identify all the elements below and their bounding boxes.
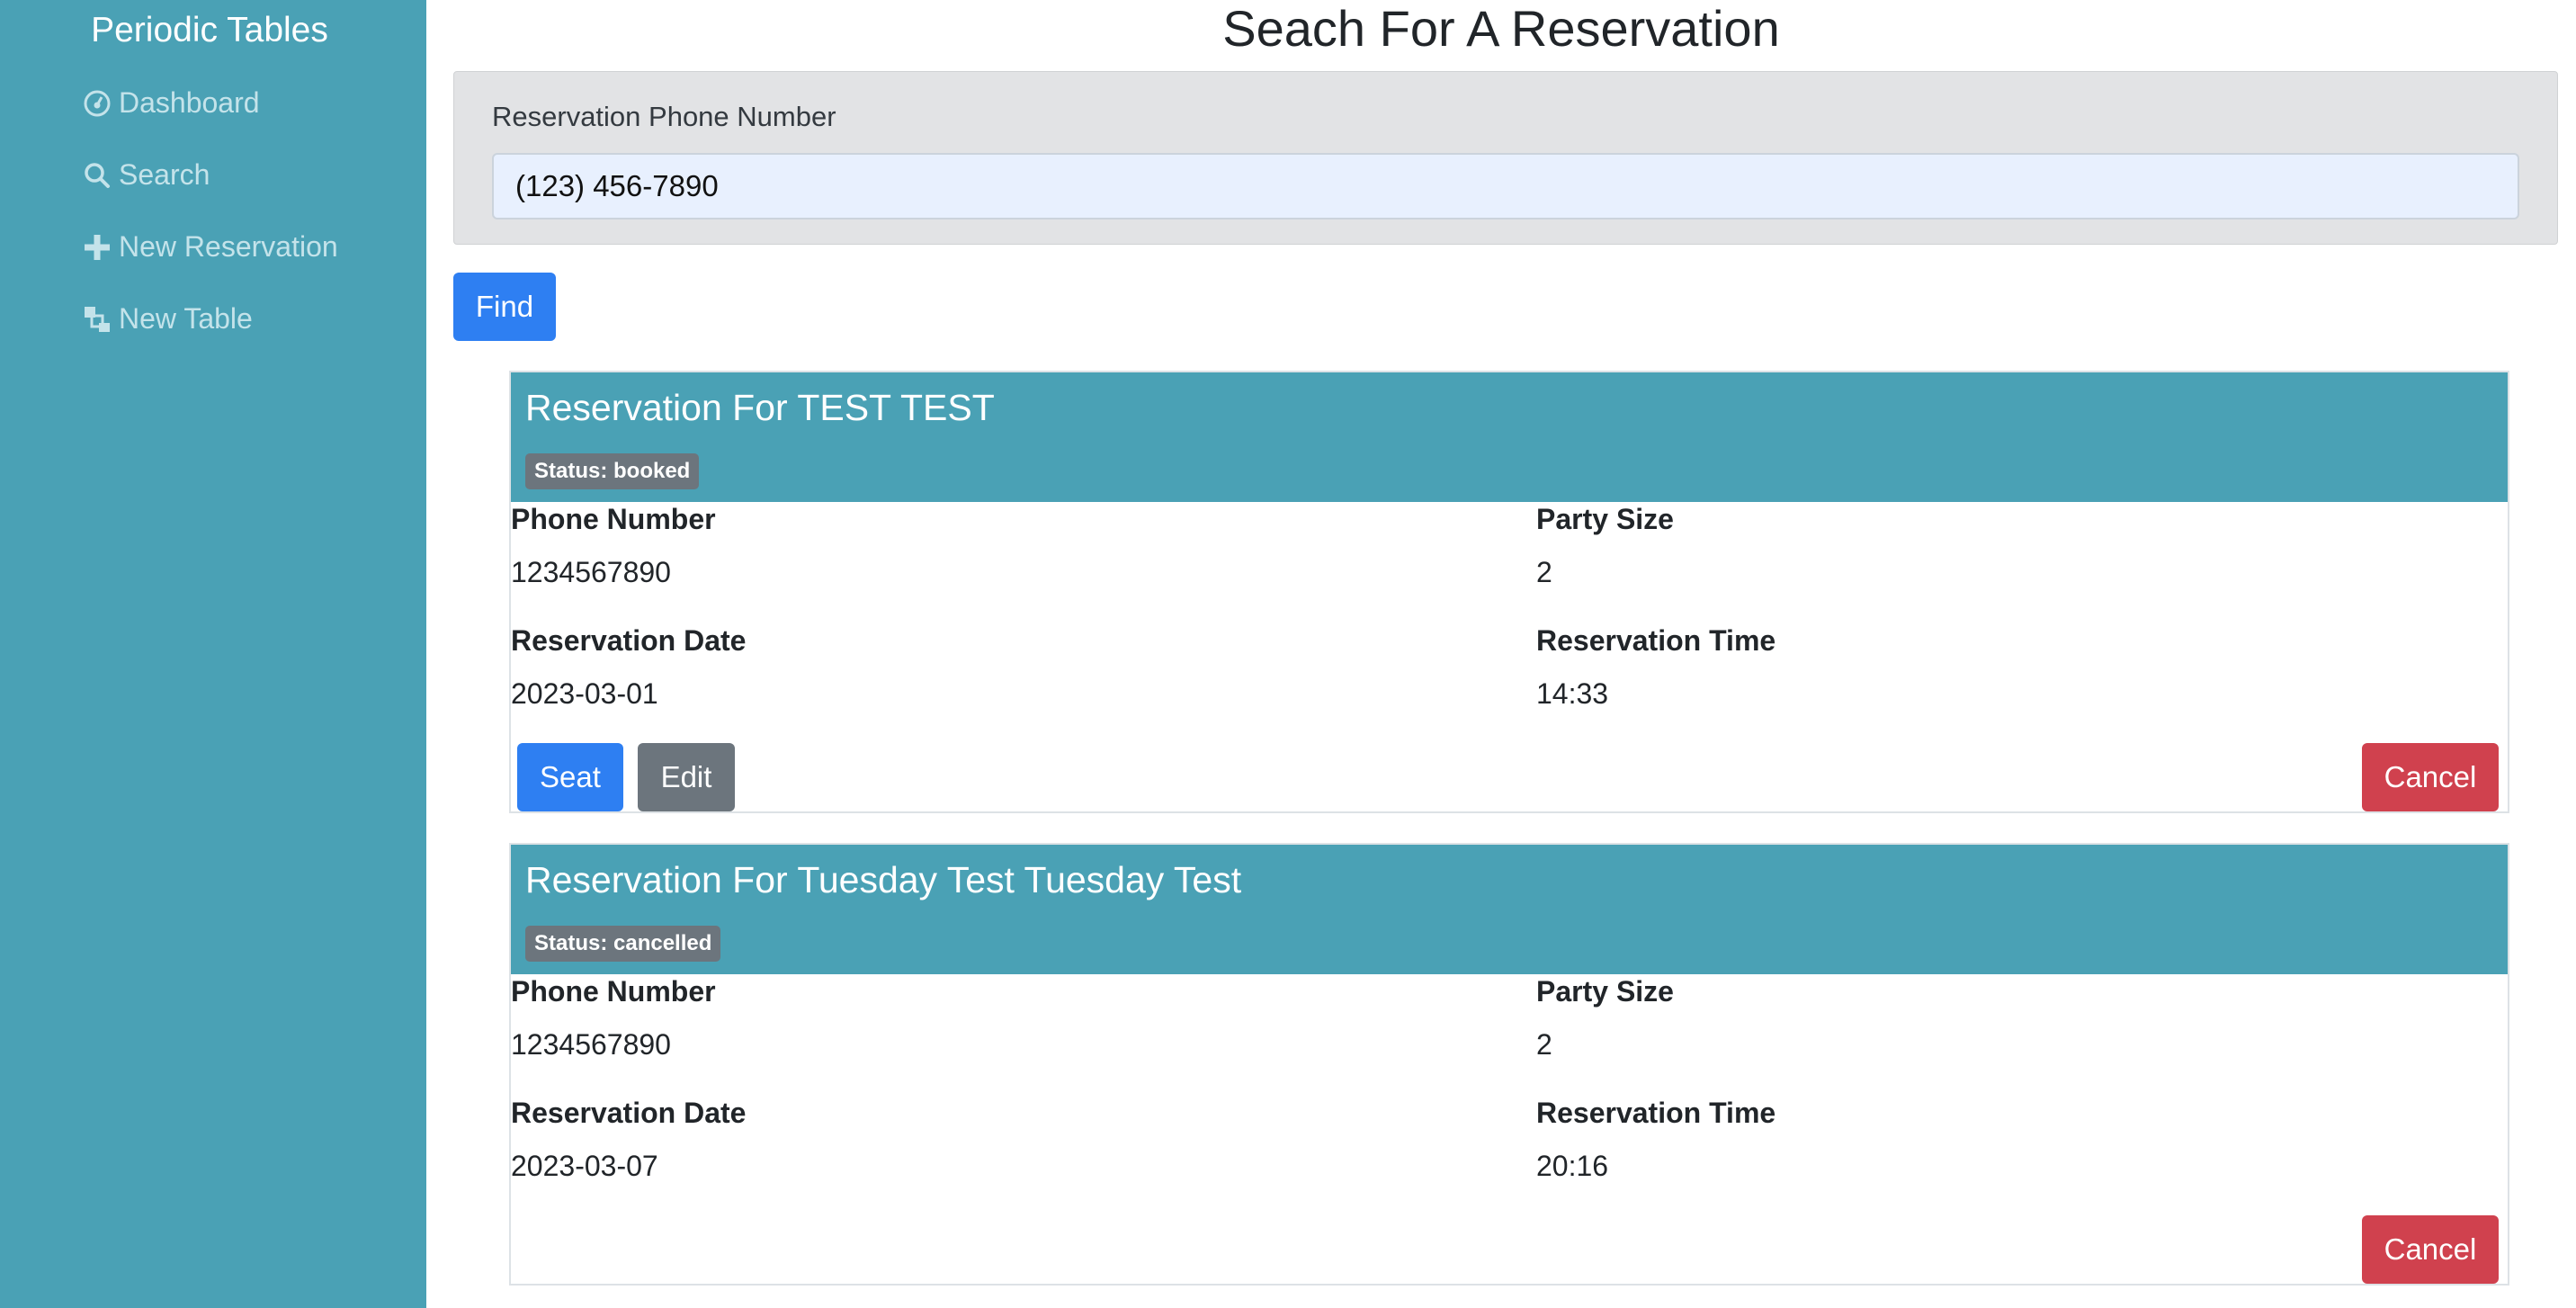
reservation-date-label: Reservation Date	[511, 624, 747, 657]
plus-icon	[81, 231, 113, 264]
sidebar-item-new-reservation[interactable]: New Reservation	[81, 230, 338, 264]
page-title: Seach For A Reservation	[1222, 0, 1780, 57]
seat-button[interactable]: Seat	[517, 743, 623, 811]
reservation-card: Reservation For TEST TEST Status: booked…	[509, 371, 2509, 813]
sidebar: Periodic Tables Dashboard Search New Res…	[0, 0, 426, 1308]
party-size-value: 2	[1536, 556, 1552, 588]
party-size-label: Party Size	[1536, 503, 1674, 535]
reservation-title: Reservation For Tuesday Test Tuesday Tes…	[525, 859, 1242, 900]
phone-number-label: Reservation Phone Number	[492, 101, 836, 132]
status-badge: Status: cancelled	[525, 926, 721, 962]
phone-number-label: Phone Number	[511, 975, 716, 1008]
reservation-date-value: 2023-03-01	[511, 677, 658, 710]
cancel-button[interactable]: Cancel	[2362, 1215, 2499, 1284]
sidebar-item-search[interactable]: Search	[81, 158, 210, 192]
reservation-time-value: 14:33	[1536, 677, 1609, 710]
reservation-title: Reservation For TEST TEST	[525, 387, 995, 428]
search-panel: Reservation Phone Number	[453, 71, 2558, 245]
phone-number-value: 1234567890	[511, 1028, 671, 1061]
status-badge: Status: booked	[525, 453, 700, 489]
reservation-time-label: Reservation Time	[1536, 624, 1776, 657]
sidebar-item-label: New Reservation	[119, 230, 338, 263]
sidebar-item-label: Dashboard	[119, 86, 260, 119]
sidebar-item-dashboard[interactable]: Dashboard	[81, 86, 260, 120]
sidebar-item-label: New Table	[119, 302, 253, 335]
party-size-label: Party Size	[1536, 975, 1674, 1008]
find-button[interactable]: Find	[453, 273, 556, 341]
sidebar-item-new-table[interactable]: New Table	[81, 302, 253, 336]
table-icon	[81, 303, 113, 336]
reservation-time-label: Reservation Time	[1536, 1097, 1776, 1129]
edit-button[interactable]: Edit	[638, 743, 735, 811]
dashboard-icon	[81, 87, 113, 120]
phone-number-label: Phone Number	[511, 503, 716, 535]
phone-number-value: 1234567890	[511, 556, 671, 588]
party-size-value: 2	[1536, 1028, 1552, 1061]
reservation-date-value: 2023-03-07	[511, 1150, 658, 1182]
card-header: Reservation For TEST TEST Status: booked	[511, 372, 2508, 502]
sidebar-item-label: Search	[119, 158, 210, 191]
reservation-date-label: Reservation Date	[511, 1097, 747, 1129]
phone-number-input[interactable]	[492, 153, 2519, 219]
app-brand[interactable]: Periodic Tables	[0, 11, 419, 50]
reservation-time-value: 20:16	[1536, 1150, 1609, 1182]
search-icon	[81, 159, 113, 192]
cancel-button[interactable]: Cancel	[2362, 743, 2499, 811]
card-header: Reservation For Tuesday Test Tuesday Tes…	[511, 845, 2508, 974]
reservation-card: Reservation For Tuesday Test Tuesday Tes…	[509, 843, 2509, 1286]
